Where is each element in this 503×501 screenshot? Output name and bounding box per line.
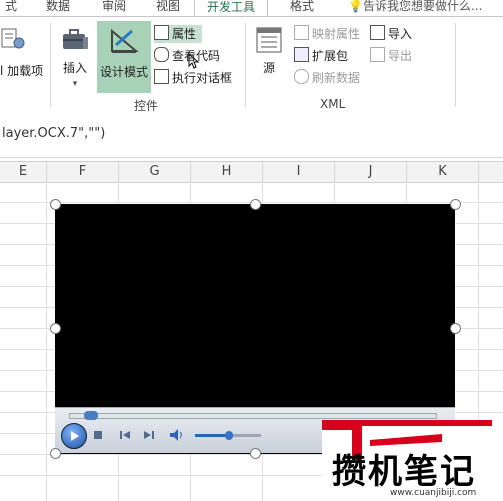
tab-formulas[interactable]: 式 — [0, 0, 22, 15]
import-label: 导入 — [388, 27, 413, 41]
design-mode-label: 设计模式 — [99, 65, 148, 79]
column-header-h[interactable]: H — [191, 162, 263, 182]
seek-bar[interactable] — [69, 411, 437, 420]
tab-format[interactable]: 格式 — [280, 0, 324, 15]
refresh-data-button: 刷新数据 — [294, 69, 360, 87]
run-dialog-label: 执行对话框 — [172, 71, 233, 85]
resize-handle[interactable] — [450, 323, 461, 334]
map-properties-icon — [294, 25, 309, 40]
map-properties-label: 映射属性 — [312, 27, 361, 41]
xml-source-icon — [256, 27, 282, 53]
resize-handle[interactable] — [50, 448, 61, 459]
view-code-button[interactable]: 查看代码 — [154, 47, 220, 65]
seek-thumb[interactable] — [84, 411, 98, 420]
column-header-f[interactable]: F — [47, 162, 119, 182]
tab-data[interactable]: 数据 — [36, 0, 80, 15]
ribbon-tab-bar: 式 数据 审阅 视图 开发工具 格式 💡告诉我您想要做什么... — [0, 0, 503, 16]
view-code-icon — [154, 47, 169, 62]
export-icon — [370, 47, 385, 62]
formula-text[interactable]: layer.OCX.7","") — [2, 126, 105, 141]
resize-handle[interactable] — [450, 199, 461, 210]
refresh-icon — [294, 69, 309, 84]
view-code-label: 查看代码 — [172, 49, 221, 63]
import-icon — [370, 25, 385, 40]
tab-developer[interactable]: 开发工具 — [194, 0, 268, 16]
refresh-data-label: 刷新数据 — [312, 71, 361, 85]
addins-button[interactable]: l 加载项 — [0, 25, 48, 79]
run-dialog-button[interactable]: 执行对话框 — [154, 69, 232, 87]
column-header-e[interactable]: E — [0, 162, 47, 182]
column-header-g[interactable]: G — [119, 162, 191, 182]
addins-label: 加载项 — [7, 64, 44, 78]
play-button[interactable] — [61, 423, 87, 449]
import-button[interactable]: 导入 — [370, 25, 412, 43]
chevron-down-icon: ▾ — [72, 79, 78, 89]
watermark-url: www.cuanjibiji.com — [390, 488, 477, 498]
properties-label: 属性 — [172, 27, 197, 41]
resize-handle[interactable] — [250, 448, 261, 459]
tab-view[interactable]: 视图 — [146, 0, 190, 15]
watermark-title: 攒机笔记 — [332, 452, 476, 492]
separator — [455, 23, 456, 107]
export-button: 导出 — [370, 47, 412, 65]
column-headers: E F G H I J K — [0, 161, 503, 183]
map-properties-button: 映射属性 — [294, 25, 360, 43]
resize-handle[interactable] — [250, 199, 261, 210]
insert-control-button[interactable]: 插入 ▾ — [58, 25, 92, 89]
column-header-j[interactable]: J — [335, 162, 407, 182]
stop-icon[interactable] — [93, 430, 103, 440]
tell-me-search[interactable]: 💡告诉我您想要做什么... — [348, 0, 482, 15]
play-icon — [71, 431, 79, 441]
expansion-packs-label: 扩展包 — [312, 49, 349, 63]
group-label-xml: XML — [320, 97, 346, 111]
resize-handle[interactable] — [50, 199, 61, 210]
next-icon[interactable] — [143, 429, 155, 441]
tab-review[interactable]: 审阅 — [92, 0, 136, 15]
volume-level — [195, 434, 229, 437]
resize-handle[interactable] — [50, 323, 61, 334]
volume-icon[interactable] — [169, 428, 185, 442]
group-label-controls: 控件 — [134, 99, 159, 113]
design-mode-icon — [111, 28, 139, 53]
toolbox-icon — [63, 29, 88, 49]
properties-button[interactable]: 属性 — [154, 25, 203, 43]
source-label: 源 — [262, 61, 275, 75]
run-dialog-icon — [154, 69, 169, 84]
column-header-i[interactable]: I — [263, 162, 335, 182]
expansion-packs-icon — [294, 47, 309, 62]
separator — [50, 23, 51, 107]
xml-source-button[interactable]: 源 — [252, 25, 286, 76]
column-header-k[interactable]: K — [407, 162, 479, 182]
ribbon: l 加载项 插入 ▾ 设计模式 属性 查看代码 执行对话框 控件 源 映射属性 … — [0, 16, 503, 114]
tell-me-text: 告诉我您想要做什么... — [362, 0, 483, 13]
properties-icon — [154, 25, 169, 40]
addins-icon — [1, 28, 25, 49]
watermark: 攒机笔记 www.cuanjibiji.com — [322, 420, 503, 501]
volume-thumb[interactable] — [225, 431, 233, 440]
previous-icon[interactable] — [119, 429, 131, 441]
design-mode-button[interactable]: 设计模式 — [97, 21, 151, 93]
expansion-packs-button[interactable]: 扩展包 — [294, 47, 348, 65]
insert-label: 插入 — [62, 61, 87, 75]
export-label: 导出 — [388, 49, 413, 63]
lightbulb-icon: 💡 — [348, 0, 363, 13]
separator — [245, 23, 246, 107]
volume-slider[interactable] — [195, 431, 261, 440]
